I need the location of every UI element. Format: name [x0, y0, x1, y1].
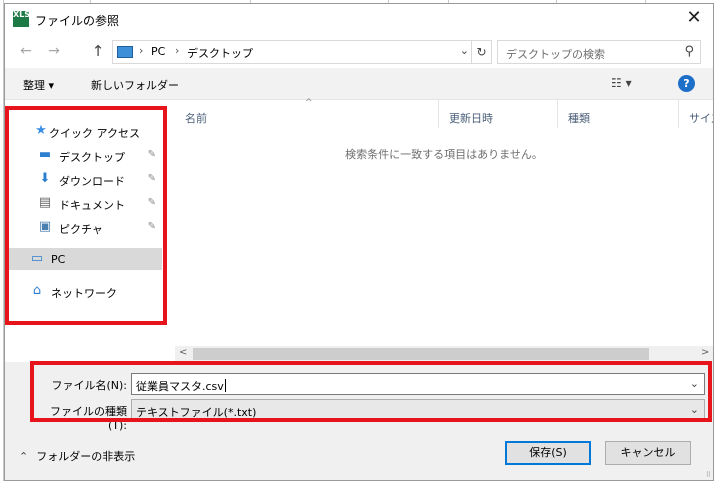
- help-icon[interactable]: ?: [678, 75, 695, 92]
- chevron-up-icon: ⌃: [19, 450, 29, 463]
- breadcrumb-separator: ›: [175, 44, 180, 57]
- organize-button[interactable]: 整理 ▾: [23, 77, 54, 93]
- up-arrow-icon[interactable]: ↑: [89, 42, 107, 60]
- navigation-bar: ← → ↑ › PC › デスクトップ ⌄ ↻ デスクトップの検索 ⚲: [5, 36, 713, 66]
- address-bar[interactable]: › PC › デスクトップ ⌄ ↻: [112, 40, 492, 64]
- breadcrumb-separator: ›: [139, 44, 144, 57]
- new-folder-button[interactable]: 新しいフォルダー: [91, 77, 179, 93]
- search-icon[interactable]: ⚲: [684, 44, 694, 59]
- back-arrow-icon[interactable]: ←: [17, 42, 35, 60]
- column-header-type[interactable]: 種類: [558, 100, 679, 128]
- column-header-name[interactable]: 名前: [175, 100, 439, 128]
- column-header-size[interactable]: サイズ: [679, 100, 713, 128]
- close-button[interactable]: ✕: [683, 8, 705, 30]
- address-dropdown-icon[interactable]: ⌄: [460, 44, 469, 57]
- highlight-frame-file-fields: [30, 361, 712, 422]
- cancel-button[interactable]: キャンセル: [605, 441, 691, 465]
- forward-arrow-icon[interactable]: →: [45, 42, 63, 60]
- resize-grip-icon[interactable]: ⠿: [706, 472, 711, 479]
- scroll-right-icon[interactable]: >: [701, 347, 709, 358]
- search-box[interactable]: デスクトップの検索 ⚲: [497, 40, 701, 64]
- hide-folders-label: フォルダーの非表示: [36, 450, 136, 463]
- breadcrumb-pc[interactable]: PC: [151, 45, 165, 58]
- scrollbar-thumb[interactable]: [193, 348, 649, 360]
- column-header-modified[interactable]: 更新日時: [439, 100, 558, 128]
- pc-icon: [117, 46, 133, 58]
- empty-results-message: 検索条件に一致する項目はありません。: [345, 148, 543, 161]
- horizontal-scrollbar[interactable]: < >: [175, 346, 713, 362]
- window-title: ファイルの参照: [35, 14, 120, 28]
- view-options-icon[interactable]: ☷ ▾: [611, 76, 632, 90]
- refresh-icon[interactable]: ↻: [471, 41, 491, 63]
- highlight-frame-navigation-pane: [5, 106, 167, 325]
- save-button[interactable]: 保存(S): [505, 441, 591, 465]
- file-list[interactable]: ^ 名前 更新日時 種類 サイズ 検索条件に一致する項目はありません。 < >: [175, 98, 713, 362]
- search-placeholder: デスクトップの検索: [506, 48, 605, 61]
- scroll-left-icon[interactable]: <: [179, 347, 187, 358]
- hide-folders-toggle[interactable]: ⌃ フォルダーの非表示: [19, 448, 135, 464]
- title-bar: XLS ファイルの参照 ✕: [5, 4, 713, 34]
- excel-app-icon: XLS: [13, 11, 30, 27]
- toolbar: 整理 ▾ 新しいフォルダー ☷ ▾ ?: [5, 68, 713, 100]
- breadcrumb-desktop[interactable]: デスクトップ: [187, 45, 253, 61]
